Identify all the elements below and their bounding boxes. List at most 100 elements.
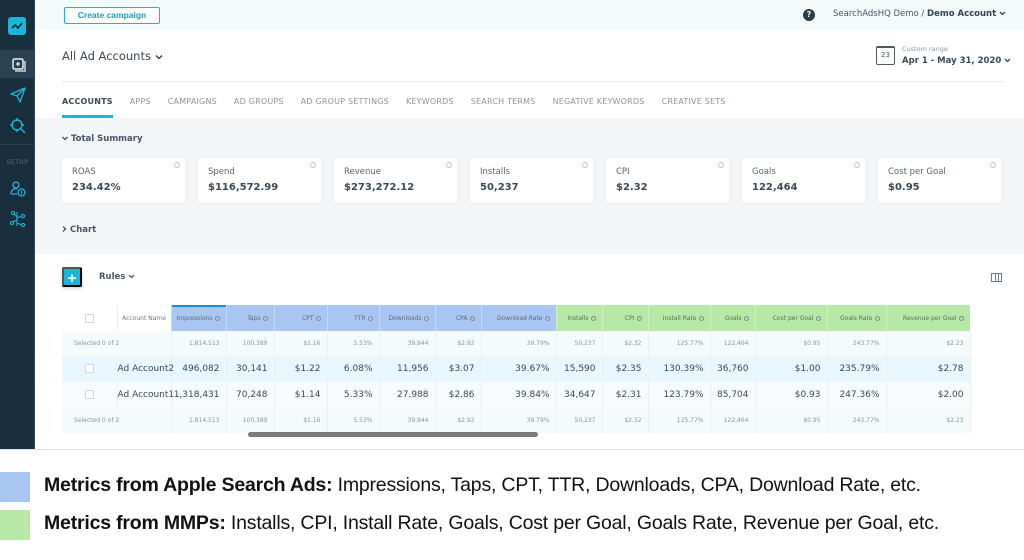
tab-accounts[interactable]: ACCOUNTS [62, 97, 113, 118]
info-icon[interactable] [590, 315, 596, 321]
total-cell: 100,389 [226, 408, 275, 433]
metric-cell: 70,248 [226, 382, 275, 408]
sidebar-item-ad-accounts[interactable] [0, 50, 35, 78]
total-cell: $2.92 [435, 331, 482, 356]
account-name-cell[interactable]: Ad Account2 [117, 356, 174, 382]
column-header-label: Download Rate [497, 314, 543, 322]
row-checkbox[interactable] [84, 390, 94, 399]
table-row[interactable]: Ad Account1 1,318,431 70,248 $1.14 5.33% 27,9… [62, 382, 971, 408]
info-icon[interactable] [174, 162, 180, 168]
horizontal-scrollbar[interactable] [172, 432, 997, 438]
tab-ad-groups[interactable]: AD GROUPS [234, 97, 284, 118]
total-cell: 243.77% [827, 331, 887, 356]
metric-cell: 1,318,431 [171, 382, 227, 408]
help-icon[interactable]: ? [803, 9, 815, 21]
metric-cell: 5.33% [327, 382, 380, 408]
column-header-label: Cost per Goal [772, 314, 814, 322]
info-icon[interactable] [854, 162, 860, 168]
column-header-download-rate[interactable]: Download Rate [481, 305, 557, 331]
metric-cell: 39.84% [481, 382, 557, 408]
column-header-label: Goals Rate [840, 314, 873, 322]
summary-card-goals: Goals 122,464 [742, 158, 865, 203]
column-header-goals-rate[interactable]: Goals Rate [827, 305, 887, 331]
table-row[interactable]: Ad Account2 496,082 30,141 $1.22 6.08% 11,956… [62, 356, 971, 382]
chart-toggle[interactable]: Chart [62, 225, 96, 235]
rules-dropdown[interactable]: Rules [99, 272, 135, 282]
column-header-install-rate[interactable]: Install Rate [648, 305, 711, 331]
sidebar-item-users-billing[interactable] [0, 175, 35, 203]
tab-apps[interactable]: APPS [130, 97, 151, 118]
info-icon[interactable] [315, 315, 321, 321]
select-all-checkbox[interactable] [84, 313, 94, 323]
total-cell: 50,237 [556, 331, 603, 356]
column-header-goals[interactable]: Goals [710, 305, 756, 331]
metric-cell: 36,760 [710, 356, 756, 382]
info-icon[interactable] [214, 315, 220, 321]
account-switcher[interactable]: SearchAdsHQ Demo / Demo Account [833, 9, 1006, 19]
row-checkbox[interactable] [84, 364, 94, 373]
column-header-cpt[interactable]: CPT [274, 305, 328, 331]
date-range-picker[interactable]: 23 Custom range Apr 1 - May 31, 2020 [876, 44, 1016, 70]
sidebar-item-integrations[interactable] [0, 205, 35, 233]
column-header-cost-per-goal[interactable]: Cost per Goal [755, 305, 828, 331]
column-header-taps[interactable]: Taps [226, 305, 275, 331]
column-header-account-name[interactable]: Account Name [117, 305, 172, 331]
summary-card-cost-per-goal: Cost per Goal $0.95 [878, 158, 1001, 203]
info-icon[interactable] [698, 315, 704, 321]
info-icon[interactable] [582, 162, 588, 168]
app-logo[interactable] [8, 17, 26, 35]
row-select-cell [62, 382, 118, 408]
selection-count: Selected 0 of 2 [62, 408, 172, 433]
total-cell: $0.95 [755, 331, 828, 356]
info-icon[interactable] [544, 315, 550, 321]
top-bar: Create campaign ? SearchAdsHQ Demo / Dem… [35, 0, 1024, 30]
column-header-cpi[interactable]: CPI [602, 305, 649, 331]
info-icon[interactable] [815, 315, 821, 321]
summary-card-label: Goals [752, 167, 776, 177]
user-billing-icon [9, 181, 26, 197]
sidebar-item-keywords[interactable] [0, 112, 35, 140]
info-icon[interactable] [310, 162, 316, 168]
tab-search-terms[interactable]: SEARCH TERMS [471, 97, 536, 118]
column-header-revenue-per-goal[interactable]: Revenue per Goal [886, 305, 971, 331]
scrollbar-thumb[interactable] [248, 432, 538, 437]
info-icon[interactable] [743, 315, 749, 321]
info-icon[interactable] [446, 162, 452, 168]
column-header-downloads[interactable]: Downloads [379, 305, 436, 331]
account-name-cell[interactable]: Ad Account1 [117, 382, 174, 408]
column-header-ttr[interactable]: TTR [327, 305, 380, 331]
tab-keywords[interactable]: KEYWORDS [406, 97, 454, 118]
tab-ad-group-settings[interactable]: AD GROUP SETTINGS [301, 97, 389, 118]
info-icon[interactable] [469, 315, 475, 321]
total-cell: 5.53% [327, 331, 380, 356]
summary-card-value: $116,572.99 [208, 182, 279, 193]
add-button[interactable]: + [62, 267, 82, 287]
summary-card-value: $2.32 [616, 182, 648, 193]
info-icon[interactable] [367, 315, 373, 321]
tab-creative-sets[interactable]: CREATIVE SETS [662, 97, 726, 118]
tab-negative-keywords[interactable]: NEGATIVE KEYWORDS [553, 97, 645, 118]
create-campaign-button[interactable]: Create campaign [64, 7, 160, 24]
column-header-installs[interactable]: Installs [556, 305, 603, 331]
info-icon[interactable] [990, 162, 996, 168]
info-icon[interactable] [958, 315, 964, 321]
ad-account-selector[interactable]: All Ad Accounts [62, 49, 163, 63]
entity-tabs: ACCOUNTS APPS CAMPAIGNS AD GROUPS AD GROUP S… [62, 97, 743, 118]
total-summary-toggle[interactable]: Total Summary [62, 134, 143, 144]
column-settings-icon[interactable] [991, 273, 1002, 282]
total-cell: 122,464 [710, 408, 756, 433]
chevron-down-icon [999, 11, 1006, 16]
info-icon[interactable] [874, 315, 880, 321]
column-header-cpa[interactable]: CPA [435, 305, 482, 331]
info-icon[interactable] [262, 315, 268, 321]
info-icon[interactable] [718, 162, 724, 168]
info-icon[interactable] [636, 315, 642, 321]
sidebar-item-campaigns[interactable] [0, 81, 35, 109]
info-icon[interactable] [423, 315, 429, 321]
summary-card-revenue: Revenue $273,272.12 [334, 158, 457, 203]
selection-count: Selected 0 of 2 [62, 331, 172, 356]
summary-card-value: 50,237 [480, 182, 519, 193]
tab-campaigns[interactable]: CAMPAIGNS [168, 97, 217, 118]
metric-cell: 247.36% [827, 382, 887, 408]
column-header-impressions[interactable]: Impressions [171, 305, 227, 331]
